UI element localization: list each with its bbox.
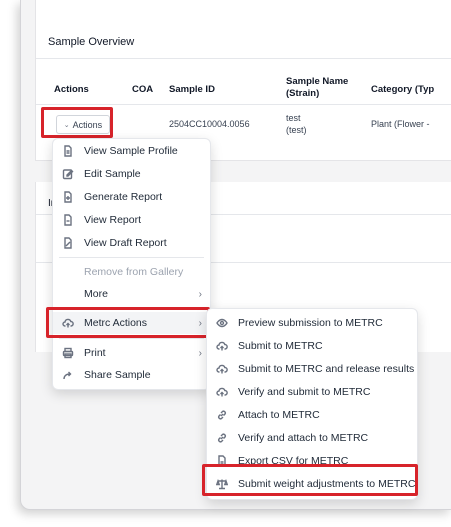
generate-report-icon: [61, 190, 75, 204]
submenu-item-attach-to-metrc[interactable]: Attach to METRC: [207, 404, 417, 426]
menu-item-generate-report[interactable]: Generate Report: [53, 186, 210, 208]
menu-item-view-sample-profile[interactable]: View Sample Profile: [53, 140, 210, 162]
menu-item-label: More: [84, 288, 108, 300]
menu-separator: [59, 257, 204, 258]
cloud-upload-icon: [215, 385, 229, 399]
link-icon: [215, 408, 229, 422]
submenu-item-label: Submit to METRC: [238, 340, 323, 352]
menu-item-edit-sample[interactable]: Edit Sample: [53, 163, 210, 185]
sample-id-cell: 2504CC10004.0056: [169, 119, 250, 129]
menu-item-view-draft-report[interactable]: View Draft Report: [53, 232, 210, 254]
table-header-divider: [36, 104, 451, 105]
weight-adjustments-highlight: [202, 464, 418, 496]
column-header-coa: COA: [132, 84, 154, 95]
menu-item-label: Remove from Gallery: [84, 266, 184, 278]
submenu-item-verify-and-attach[interactable]: Verify and attach to METRC: [207, 427, 417, 449]
menu-item-more[interactable]: More ›: [53, 283, 210, 305]
menu-item-label: Share Sample: [84, 369, 151, 381]
link-icon: [215, 431, 229, 445]
submenu-item-label: Verify and submit to METRC: [238, 386, 371, 398]
actions-button-highlight: [41, 107, 113, 138]
metrc-actions-highlight: [46, 307, 210, 338]
submenu-item-preview-submission[interactable]: Preview submission to METRC: [207, 312, 417, 334]
submenu-item-label: Verify and attach to METRC: [238, 432, 369, 444]
menu-item-share-sample[interactable]: Share Sample: [53, 364, 210, 386]
submenu-item-verify-and-submit[interactable]: Verify and submit to METRC: [207, 381, 417, 403]
submenu-item-label: Submit to METRC and release results: [238, 363, 415, 375]
panel-title: Sample Overview: [48, 36, 135, 48]
menu-separator: [59, 338, 204, 339]
sample-name-cell: test: [286, 113, 301, 123]
menu-item-view-report[interactable]: View Report: [53, 209, 210, 231]
document-icon: [61, 213, 75, 227]
menu-item-remove-from-gallery: Remove from Gallery: [53, 261, 210, 283]
chevron-right-icon: ›: [198, 288, 202, 300]
menu-item-label: Generate Report: [84, 191, 163, 203]
actions-menu: View Sample Profile Edit Sample Generate…: [52, 138, 211, 390]
column-header-actions: Actions: [54, 84, 89, 95]
eye-icon: [215, 316, 229, 330]
menu-item-label: View Sample Profile: [84, 145, 178, 157]
cloud-upload-icon: [215, 362, 229, 376]
column-header-sample-id: Sample ID: [169, 84, 215, 95]
strain-cell: (test): [286, 125, 307, 135]
submenu-item-submit-and-release[interactable]: Submit to METRC and release results: [207, 358, 417, 380]
divider: [36, 58, 451, 59]
submenu-item-label: Preview submission to METRC: [238, 317, 383, 329]
printer-icon: [61, 346, 75, 360]
submenu-item-label: Attach to METRC: [238, 409, 320, 421]
draft-report-icon: [61, 236, 75, 250]
cloud-upload-icon: [215, 339, 229, 353]
edit-icon: [61, 167, 75, 181]
chevron-right-icon: ›: [198, 347, 202, 359]
column-header-category: Category (Typ: [371, 84, 435, 95]
document-icon: [61, 144, 75, 158]
category-cell: Plant (Flower -: [371, 119, 430, 129]
menu-item-label: Edit Sample: [84, 168, 141, 180]
menu-item-label: Print: [84, 347, 106, 359]
menu-item-label: View Draft Report: [84, 237, 167, 249]
menu-item-label: View Report: [84, 214, 142, 226]
menu-item-print[interactable]: Print ›: [53, 342, 210, 364]
submenu-item-submit-to-metrc[interactable]: Submit to METRC: [207, 335, 417, 357]
share-icon: [61, 368, 75, 382]
column-header-sample-name: Sample Name (Strain): [286, 76, 349, 99]
